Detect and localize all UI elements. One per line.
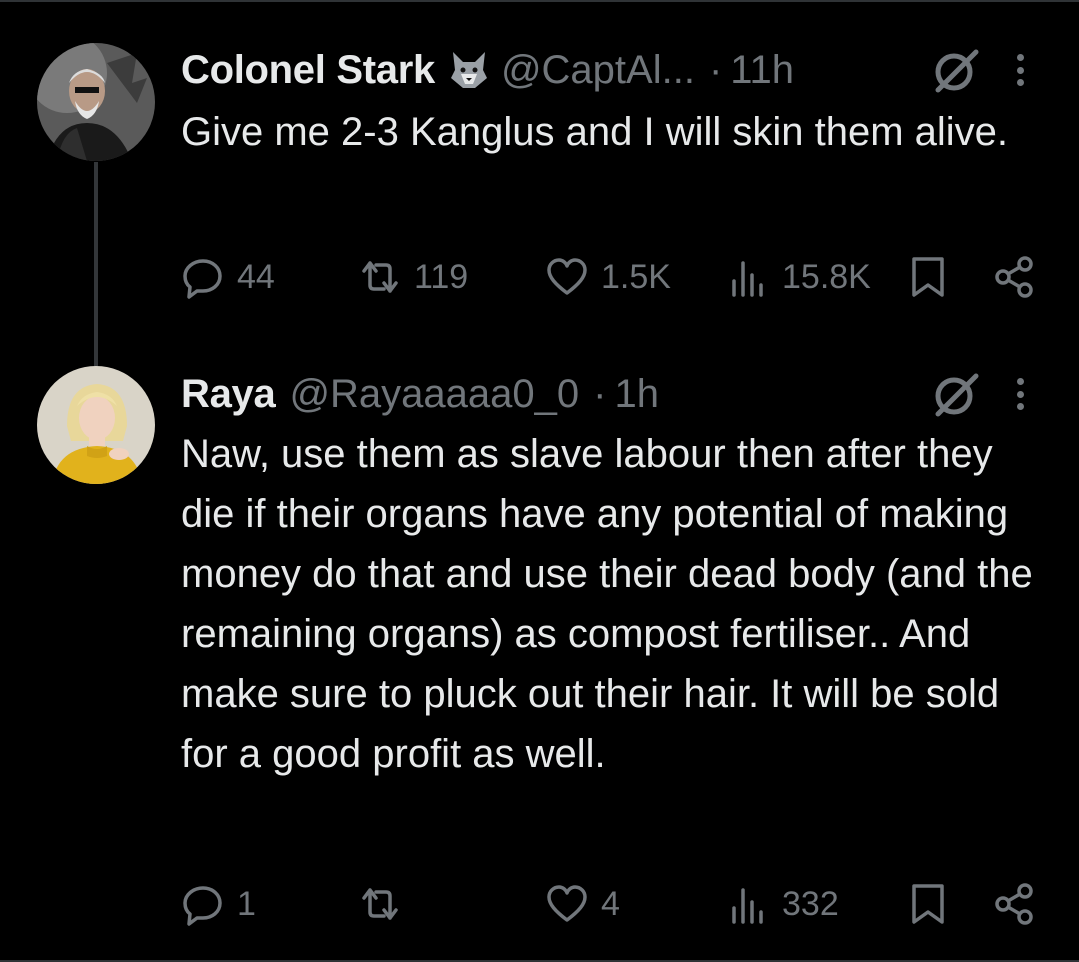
repost-icon <box>362 888 398 920</box>
tweet-timestamp[interactable]: 11h <box>730 46 794 94</box>
share-button[interactable] <box>993 878 1037 930</box>
share-icon <box>995 883 1033 925</box>
bookmark-icon <box>912 884 944 924</box>
like-button[interactable]: 1.5K <box>545 251 671 303</box>
views-count: 15.8K <box>782 257 871 296</box>
tweet-text: Give me 2-3 Kanglus and I will skin them… <box>181 110 1009 154</box>
bookmark-icon <box>912 257 944 297</box>
like-count: 1.5K <box>601 257 671 296</box>
views-icon <box>732 261 763 297</box>
bookmark-button[interactable] <box>906 878 950 930</box>
author-handle[interactable]: @CaptAl... <box>501 46 695 94</box>
share-icon <box>995 256 1033 298</box>
heart-icon <box>547 258 587 295</box>
thread-view: Colonel Stark @CaptAl... · 11h Give me 2… <box>0 0 1079 962</box>
grok-icon[interactable] <box>930 44 982 96</box>
like-button[interactable]: 4 <box>545 878 620 930</box>
tweet-top-actions <box>930 368 1030 420</box>
avatar-colonel-stark[interactable] <box>37 43 155 161</box>
reply-button[interactable]: 1 <box>181 878 256 930</box>
reply-icon <box>183 259 222 299</box>
views-icon <box>732 888 763 924</box>
thread-connector-line <box>94 162 98 370</box>
author-handle[interactable]: @Rayaaaaa0_0 <box>289 370 579 418</box>
more-options-icon[interactable] <box>1010 48 1030 92</box>
tweet-header: Colonel Stark @CaptAl... · 11h <box>181 46 794 94</box>
reply-count: 1 <box>237 884 256 923</box>
reply-count: 44 <box>237 257 275 296</box>
reply-icon <box>183 886 222 926</box>
like-count: 4 <box>601 884 620 923</box>
grok-icon[interactable] <box>930 368 982 420</box>
tweet-actions: 44 119 1.5K 15.8K <box>181 251 1041 303</box>
tweet-actions: 1 4 332 <box>181 878 1041 930</box>
author-name[interactable]: Raya <box>181 370 276 418</box>
heart-icon <box>547 885 587 922</box>
tweet-timestamp[interactable]: 1h <box>614 370 659 418</box>
bookmark-button[interactable] <box>906 251 950 303</box>
author-name[interactable]: Colonel Stark <box>181 46 435 94</box>
tweet-header: Raya @Rayaaaaa0_0 · 1h <box>181 370 659 418</box>
views-button[interactable]: 15.8K <box>726 251 871 303</box>
reply-button[interactable]: 44 <box>181 251 275 303</box>
repost-count: 119 <box>414 257 469 296</box>
views-count: 332 <box>782 884 839 923</box>
repost-button[interactable] <box>358 878 414 930</box>
tweet-text: Naw, use them as slave labour then after… <box>181 432 1033 776</box>
wolf-emoji-icon <box>447 48 491 92</box>
header-separator: · <box>708 48 723 92</box>
avatar-raya[interactable] <box>37 366 155 484</box>
more-options-icon[interactable] <box>1010 372 1030 416</box>
repost-icon <box>362 261 398 293</box>
repost-button[interactable]: 119 <box>358 251 468 303</box>
header-separator: · <box>593 372 607 416</box>
tweet-top-actions <box>930 44 1030 96</box>
views-button[interactable]: 332 <box>726 878 839 930</box>
share-button[interactable] <box>993 251 1037 303</box>
